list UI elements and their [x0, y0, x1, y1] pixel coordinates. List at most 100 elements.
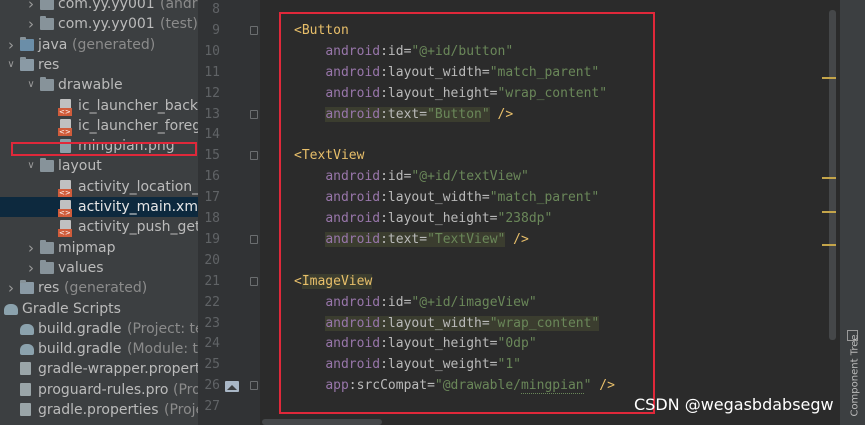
tree-item-label: layout [58, 158, 102, 175]
chevron-down-icon[interactable]: ∨ [26, 156, 36, 176]
line-number: 10 [204, 43, 220, 59]
tree-item-label: values [58, 259, 104, 276]
tree-item-label: com.yy.yy001 [58, 0, 155, 12]
line-number: 23 [204, 315, 220, 331]
tree-item[interactable]: activity_location_rec [0, 177, 198, 197]
chevron-right-icon[interactable]: › [26, 258, 36, 278]
tree-item[interactable]: ic_launcher_backgro [0, 96, 198, 116]
chevron-down-icon[interactable]: ∨ [6, 55, 16, 75]
fold-marker-icon[interactable] [250, 381, 258, 391]
tree-item-label: res [38, 56, 60, 73]
tree-item[interactable]: › com.yy.yy001 (android [0, 0, 198, 14]
properties-icon [20, 403, 31, 416]
tree-item-suffix: (ProGu [173, 381, 198, 398]
tree-item[interactable]: ∨ res [0, 55, 198, 75]
chevron-right-icon[interactable]: › [6, 278, 16, 298]
tree-item[interactable]: build.gradle (Project: test0 [0, 319, 198, 339]
warning-marker[interactable] [822, 244, 836, 246]
tree-item-suffix: (generated) [72, 36, 156, 53]
tree-item-label: proguard-rules.pro [38, 381, 169, 398]
line-number: 15 [204, 148, 220, 164]
tree-item[interactable]: gradle.properties (Project [0, 400, 198, 420]
folder-icon [40, 239, 54, 254]
tree-item-label: activity_push_get_to [78, 219, 198, 236]
tree-item-label: activity_main.xml [78, 199, 198, 215]
line-number: 25 [204, 357, 220, 373]
tree-item[interactable]: › com.yy.yy001 (test) [0, 14, 198, 34]
chevron-right-icon[interactable]: › [6, 35, 16, 55]
chevron-down-icon[interactable]: ∨ [26, 75, 36, 95]
fold-marker-icon[interactable] [250, 151, 258, 161]
line-number: 12 [204, 85, 220, 101]
folder-icon [40, 158, 54, 173]
properties-icon [20, 362, 31, 376]
line-number: 16 [204, 169, 220, 185]
mingpian-highlight-box [11, 142, 197, 156]
line-number: 24 [204, 336, 220, 352]
xml-file-icon [58, 179, 72, 197]
line-number: 17 [204, 190, 220, 206]
image-preview-icon[interactable] [225, 381, 239, 392]
line-number: 18 [204, 211, 220, 226]
line-number: 8 [212, 2, 220, 17]
code-highlight-box [279, 12, 655, 414]
fold-marker-icon[interactable] [250, 276, 258, 286]
tree-item-label: build.gradle [38, 320, 122, 337]
line-number: 19 [204, 231, 220, 247]
xml-file-icon [58, 118, 72, 136]
warning-marker[interactable] [822, 177, 836, 179]
gradle-icon [20, 344, 34, 356]
tree-item-label: ic_launcher_backgro [78, 97, 198, 114]
line-number: 27 [204, 399, 220, 415]
res-folder-icon [20, 56, 34, 71]
tree-item[interactable]: ic_launcher_foregro [0, 116, 198, 136]
gradle-icon [4, 303, 18, 315]
tree-item-suffix: (android [160, 0, 198, 12]
line-number: 20 [204, 252, 220, 268]
tree-item[interactable]: ∨ drawable [0, 75, 198, 95]
tree-item[interactable]: › mipmap [0, 238, 198, 258]
chevron-right-icon[interactable]: › [26, 0, 36, 14]
line-number: 14 [204, 127, 220, 143]
tree-item-suffix: (generated) [64, 280, 148, 297]
watermark: CSDN @wegasbdabsegw [634, 395, 834, 414]
tree-item-label: build.gradle [38, 341, 122, 358]
tree-item-label: java [38, 36, 68, 53]
tree-item-label: Gradle Scripts [22, 300, 121, 317]
horizontal-scrollbar-thumb[interactable] [262, 419, 382, 425]
chevron-right-icon[interactable]: › [26, 238, 36, 258]
line-number: 9 [212, 22, 220, 38]
fold-marker-icon[interactable] [250, 25, 258, 35]
tree-item-suffix: (test) [160, 16, 198, 33]
component-tree-tab[interactable]: Component Tree [838, 330, 865, 420]
tree-item[interactable]: › values [0, 258, 198, 278]
fold-marker-icon[interactable] [250, 109, 258, 119]
chevron-right-icon[interactable]: › [26, 14, 36, 34]
tree-item[interactable]: activity_main.xml [0, 197, 198, 217]
warning-marker[interactable] [822, 211, 836, 213]
tree-item-label: gradle.properties [38, 402, 159, 418]
tree-item[interactable]: proguard-rules.pro(ProGu [0, 380, 198, 400]
tree-item[interactable]: build.gradle (Module: test [0, 339, 198, 359]
warning-marker[interactable] [822, 77, 836, 79]
tree-item[interactable]: gradle-wrapper.properties [0, 359, 198, 379]
properties-icon [20, 382, 31, 396]
tree-item[interactable]: › res (generated) [0, 278, 198, 298]
tree-item-suffix: (Project [164, 402, 198, 418]
vertical-scrollbar-thumb[interactable] [829, 10, 836, 340]
tree-item-label: ic_launcher_foregro [78, 117, 198, 134]
tree-item-label: com.yy.yy001 [58, 16, 155, 33]
tree-item[interactable]: activity_push_get_to [0, 217, 198, 238]
tree-item[interactable]: › java (generated) [0, 35, 198, 55]
fold-marker-icon[interactable] [250, 234, 258, 244]
tree-item[interactable]: ∨Gradle Scripts [0, 299, 198, 319]
tree-item[interactable]: ∨ layout [0, 156, 198, 176]
line-number: 22 [204, 294, 220, 310]
folder-icon [40, 16, 54, 31]
editor-gutter: 8 9 10 11 12 13 14 15 16 17 18 19 20 21 22 23 24 25 26 27 [198, 0, 260, 425]
line-number: 21 [204, 273, 220, 289]
tree-item-suffix: (Project: test0 [127, 320, 198, 337]
tree-item-label: mipmap [58, 239, 116, 256]
folder-icon [40, 77, 54, 92]
xml-file-icon [58, 98, 72, 116]
